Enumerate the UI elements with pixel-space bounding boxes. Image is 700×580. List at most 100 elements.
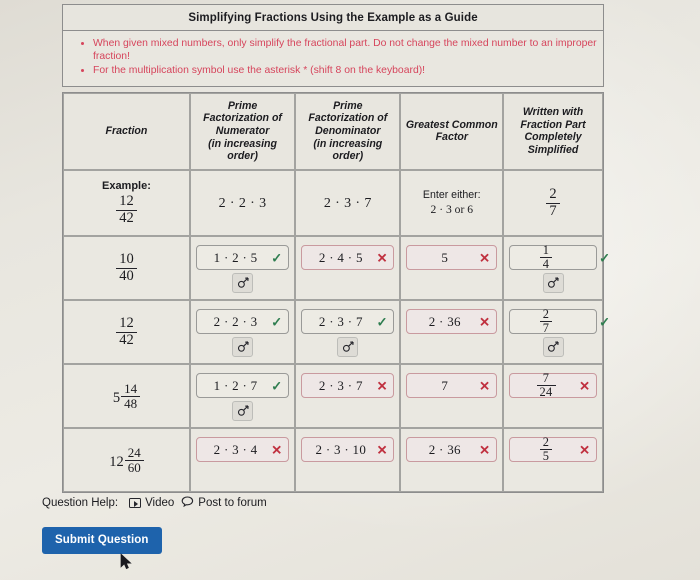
- numerator-factorization-input-value: 1 · 2 · 5: [213, 249, 258, 265]
- fraction-denominator: 7: [546, 202, 560, 219]
- greatest-common-factor-input[interactable]: 2 · 36 ✕: [406, 437, 498, 463]
- table-body: Example: 12 42 2 · 2 · 3 2 · 3 · 7 Enter eith…: [63, 170, 610, 493]
- gcf-hint-line-1: Enter either:: [422, 188, 481, 201]
- denominator-factorization-input-value: 2 · 3 · 7: [318, 377, 363, 393]
- cell-simplified: 27: [503, 170, 603, 237]
- preview-answer-button[interactable]: [232, 273, 254, 294]
- correct-check-icon: ✓: [376, 314, 388, 330]
- fraction-numerator: 7: [542, 370, 550, 385]
- cell-denominator-factorization: 2 · 4 · 5 ✕: [295, 236, 401, 301]
- incorrect-cross-icon: ✕: [479, 250, 491, 266]
- correct-check-icon: ✓: [599, 250, 610, 266]
- denominator-factorization-input[interactable]: 2 · 3 · 7 ✕: [301, 373, 395, 399]
- table-row: 12 24 60 2 · 3 · 4 ✕ 2 · 3 · 10 ✕ 2 · 36 ✕ 2 5 ✕: [63, 428, 603, 493]
- incorrect-cross-icon: ✕: [376, 442, 388, 458]
- mixed-whole-part: 5: [112, 390, 121, 407]
- correct-check-icon: ✓: [271, 250, 283, 266]
- fraction-value: 25: [539, 434, 553, 463]
- post-to-forum-link[interactable]: Post to forum: [181, 496, 267, 510]
- simplified-fraction-input[interactable]: 2 7 ✓: [509, 306, 610, 335]
- fraction-numerator: 2: [542, 306, 550, 321]
- denominator-factorization-input[interactable]: 2 · 3 · 10 ✕: [301, 437, 395, 463]
- column-header-prime-factorization-denominator: Prime Factorization of Denominator (in i…: [295, 92, 401, 171]
- numerator-factorization-input[interactable]: 2 · 3 · 4 ✕: [195, 437, 290, 463]
- denominator-factorization-input-value: 2 · 4 · 5: [318, 249, 363, 265]
- cell-gcf: 5 ✕: [400, 236, 504, 301]
- table-row-example: Example: 12 42 2 · 2 · 3 2 · 3 · 7 Enter eith…: [63, 170, 603, 237]
- greatest-common-factor-input[interactable]: 5 ✕: [406, 245, 498, 271]
- cell-numerator-factorization: 2 · 2 · 3 ✓: [189, 300, 296, 365]
- cell-gcf: 2 · 36 ✕: [400, 428, 504, 493]
- problem-title: Simplifying Fractions Using the Example …: [62, 4, 604, 31]
- fraction-denominator: 7: [539, 321, 553, 335]
- fraction-value: 14: [539, 243, 553, 271]
- incorrect-cross-icon: ✕: [479, 442, 491, 458]
- question-help-label: Question Help:: [42, 497, 119, 509]
- numerator-factorization-input-value: 2 · 2 · 3: [213, 313, 258, 329]
- fraction-denominator: 5: [539, 449, 553, 463]
- problem-panel: Simplifying Fractions Using the Example …: [62, 4, 610, 494]
- numerator-factorization-input[interactable]: 1 · 2 · 5 ✓: [195, 245, 290, 271]
- cell-denominator-factorization: 2 · 3 · 10 ✕: [295, 428, 401, 493]
- instruction-item: When given mixed numbers, only simplify …: [93, 37, 599, 63]
- simplified-fraction-input-value: 14: [539, 243, 553, 271]
- cell-fraction: Example: 12 42: [63, 170, 190, 237]
- greatest-common-factor-input[interactable]: 7 ✕: [406, 373, 498, 399]
- fraction-denominator: 42: [116, 209, 137, 226]
- simplified-fraction-input-value: 25: [539, 434, 553, 463]
- simplified-fraction-input-value: 27: [539, 306, 553, 335]
- fraction-denominator: 42: [116, 331, 137, 348]
- simplified-fraction-input[interactable]: 7 24 ✕: [509, 370, 597, 399]
- fraction-numerator: 12: [119, 315, 134, 332]
- numerator-factorization-input-value: 1 · 2 · 7: [213, 377, 258, 393]
- fraction-denominator: 60: [124, 459, 144, 475]
- incorrect-cross-icon: ✕: [479, 378, 491, 394]
- fraction-value: 7 24: [536, 370, 556, 399]
- simplified-fraction-input[interactable]: 2 5 ✕: [509, 434, 597, 463]
- mixed-number: 5 14 48: [112, 380, 141, 411]
- preview-answer-button[interactable]: [232, 337, 254, 358]
- denominator-factorization-input[interactable]: 2 · 3 · 7 ✓: [301, 309, 395, 335]
- mixed-number: 12 24 60: [109, 446, 144, 475]
- denominator-factorization-answer: 2 · 3 · 7 ✕: [301, 368, 395, 424]
- cell-fraction: 12 24 60: [63, 428, 190, 493]
- fraction-numerator: 2: [542, 434, 550, 449]
- page-background: Simplifying Fractions Using the Example …: [0, 0, 700, 580]
- column-header-greatest-common-factor: Greatest Common Factor: [400, 92, 504, 171]
- column-header-fraction: Fraction: [63, 92, 190, 171]
- preview-answer-button[interactable]: [232, 401, 254, 422]
- greatest-common-factor-input[interactable]: 2 · 36 ✕: [406, 309, 498, 335]
- greatest-common-factor-answer: 7 ✕: [406, 368, 498, 424]
- fraction-value: 27: [539, 306, 553, 335]
- denominator-factorization-input[interactable]: 2 · 4 · 5 ✕: [301, 245, 395, 271]
- cell-fraction: 12 42: [63, 300, 190, 365]
- simplified-fraction-answer: 1 4 ✓: [509, 240, 610, 296]
- fraction-numerator: 10: [119, 251, 134, 268]
- correct-check-icon: ✓: [271, 314, 283, 330]
- cell-simplified: 2 5 ✕: [503, 428, 603, 493]
- preview-answer-button[interactable]: [542, 273, 564, 294]
- numerator-factorization-input-value: 2 · 3 · 4: [213, 441, 258, 457]
- incorrect-cross-icon: ✕: [579, 378, 590, 394]
- greatest-common-factor-input-value: 2 · 36: [428, 313, 461, 329]
- simplified-fraction-input[interactable]: 1 4 ✓: [509, 243, 610, 271]
- video-link[interactable]: Video: [129, 497, 174, 509]
- fraction-denominator: 48: [121, 395, 141, 411]
- incorrect-cross-icon: ✕: [376, 378, 388, 394]
- fraction-numerator: 12: [119, 193, 134, 210]
- numerator-factorization-input[interactable]: 2 · 2 · 3 ✓: [195, 309, 290, 335]
- denominator-factorization-answer: 2 · 4 · 5 ✕: [301, 240, 395, 296]
- example-denominator-factorization: 2 · 3 · 7: [323, 196, 372, 212]
- greatest-common-factor-answer: 2 · 36 ✕: [406, 304, 498, 360]
- cell-denominator-factorization: 2 · 3 · 7 ✕: [295, 364, 401, 429]
- submit-question-button[interactable]: Submit Question: [42, 527, 162, 554]
- preview-answer-button[interactable]: [337, 337, 359, 358]
- cell-fraction: 10 40: [63, 236, 190, 301]
- cell-numerator-factorization: 1 · 2 · 5 ✓: [189, 236, 296, 301]
- instruction-item: For the multiplication symbol use the as…: [93, 64, 599, 77]
- preview-answer-button[interactable]: [542, 337, 564, 358]
- incorrect-cross-icon: ✕: [376, 250, 388, 266]
- incorrect-cross-icon: ✕: [271, 442, 283, 458]
- numerator-factorization-input[interactable]: 1 · 2 · 7 ✓: [195, 373, 290, 399]
- fraction-numerator: 14: [124, 380, 138, 396]
